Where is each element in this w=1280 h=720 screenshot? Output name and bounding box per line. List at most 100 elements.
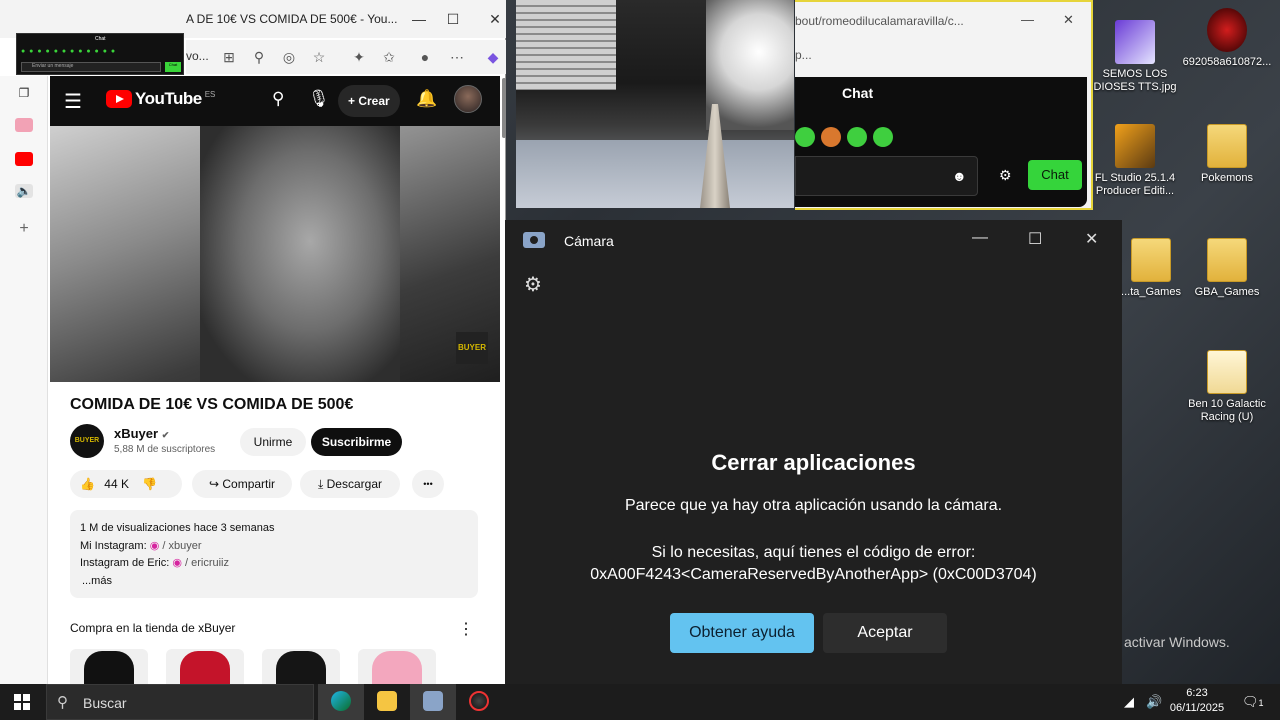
country-code: ES [204,89,216,99]
merch-item[interactable] [166,649,244,684]
error-code: 0xA00F4243<CameraReservedByAnotherApp> (… [590,566,1037,583]
chat-send-button[interactable]: Chat [1028,160,1082,190]
merch-item[interactable] [358,649,436,684]
browser-tab-title[interactable]: A DE 10€ VS COMIDA DE 500€ - You... [186,12,397,26]
create-button[interactable]: + Crear [338,85,400,117]
zoom-icon[interactable]: ⚲ [250,48,268,66]
desktop-icon-ben10[interactable]: Ben 10 Galactic Racing (U) [1182,350,1272,424]
accept-button[interactable]: Aceptar [823,613,947,653]
close-button[interactable]: ✕ [1085,229,1098,249]
mini-chat-input[interactable]: Enviar un mensaje [21,62,161,72]
account-avatar[interactable] [454,85,482,113]
channel-watermark[interactable]: BUYER [456,332,488,364]
volume-icon[interactable]: 🔊 [1146,694,1162,710]
merch-item[interactable] [70,649,148,684]
youtube-logo[interactable]: YouTube ES [106,89,215,109]
audio-tab-icon[interactable]: 🔈 [15,184,33,198]
youtube-wordmark: YouTube [135,89,202,108]
error-heading: Cerrar aplicaciones [711,450,916,475]
channel-avatar[interactable]: BUYER [70,424,104,458]
desktop-icon-semos[interactable]: SEMOS LOS DIOSES TTS.jpg [1090,20,1180,94]
get-help-button[interactable]: Obtener ayuda [670,613,814,653]
taskbar: ⚲ Buscar ◢ 🔊 6:23 06/11/2025 🗨1 [0,684,1280,720]
minimize-button[interactable]: — [408,8,430,30]
instagram-link[interactable]: ◉ / xbuyer [150,540,202,552]
join-button[interactable]: Unirme [240,428,306,456]
copilot-icon[interactable]: ◆ [484,48,502,66]
desktop-icon-image[interactable]: 692058a610872... [1182,8,1272,69]
hoodie-image [276,651,326,684]
address-bar[interactable]: vo... ⊞ ⚲ ◎ ☆ ✦ ✩ ● ⋯ ◆ [186,40,506,74]
desktop-icon-label: GBA_Games [1194,286,1260,298]
scrollbar-thumb[interactable] [502,78,506,138]
desktop-icon-gba-games[interactable]: GBA_Games [1182,238,1272,299]
notification-center-icon[interactable]: 🗨1 [1242,694,1264,710]
minimize-button[interactable]: — [1021,12,1034,27]
taskbar-file-explorer[interactable] [364,684,410,720]
edge-icon [331,691,351,711]
clock[interactable]: 6:23 06/11/2025 [1168,686,1226,716]
maximize-button[interactable]: ☐ [1028,229,1042,249]
youtube-tab-icon[interactable] [15,152,33,166]
more-menu-icon[interactable]: ⋯ [448,48,466,66]
split-screen-icon[interactable]: ⊞ [220,48,238,66]
emote-icon[interactable] [821,127,841,147]
extensions-icon[interactable]: ✦ [350,48,368,66]
merch-item[interactable] [262,649,340,684]
taskbar-camera[interactable] [410,684,456,720]
mini-chat-send-button[interactable]: Chat [165,62,181,72]
emoji-icon[interactable]: ☻ [952,168,967,184]
video-player[interactable]: BUYER [50,126,500,382]
like-count[interactable]: 44 K [104,477,129,491]
chat-input[interactable]: ☻ [795,156,978,196]
channel-name[interactable]: xBuyer ✔ [114,426,169,441]
windows-start-icon[interactable] [14,694,30,710]
like-icon[interactable]: 👍 [80,477,95,491]
chat-url[interactable]: bout/romeodilucalamaravilla/c... [795,14,964,28]
video-description[interactable]: 1 M de visualizaciones hace 3 semanas Mi… [70,510,478,598]
desktop-icon-label: Ben 10 Galactic Racing (U) [1188,398,1266,423]
profile-avatar-icon[interactable]: ● [416,48,434,66]
desktop-icon-label: ...ta_Games [1121,286,1181,298]
share-button[interactable]: ↪ Compartir [192,470,292,498]
hamburger-menu-icon[interactable]: ☰ [64,89,82,114]
close-button[interactable]: ✕ [1063,12,1074,28]
taskbar-search-box[interactable]: ⚲ Buscar [46,684,314,720]
microphone-icon[interactable]: 🎙 [308,89,330,109]
maximize-button[interactable]: ☐ [442,8,464,30]
close-button[interactable]: ✕ [484,8,506,30]
address-url[interactable]: vo... [186,49,209,63]
dislike-icon[interactable]: 👎 [142,477,157,491]
notifications-bell-icon[interactable]: 🔔 [416,89,437,109]
desktop-icon-pokemons[interactable]: Pokemons [1182,124,1272,185]
minimize-button[interactable]: — [972,229,988,247]
tracking-prevention-icon[interactable]: ◎ [280,48,298,66]
more-actions-button[interactable]: ••• [412,470,444,498]
instagram-link[interactable]: ◉ / ericruiiz [172,557,229,569]
wifi-icon[interactable]: ◢ [1124,694,1134,710]
chat-panel: Chat ☻ ⚙ Chat [795,77,1087,207]
settings-gear-icon[interactable]: ⚙ [524,272,542,297]
shop-more-icon[interactable]: ⋮ [458,619,474,639]
camera-app-window: Cámara — ☐ ✕ ⚙ Cerrar aplicaciones Parec… [505,220,1122,684]
search-icon[interactable]: ⚲ [272,89,284,109]
emote-icon[interactable] [795,127,815,147]
chat-settings-icon[interactable]: ⚙ [999,167,1012,184]
chat-url-row[interactable]: p... [795,48,812,62]
subscribe-button[interactable]: Suscribirme [311,428,402,456]
emote-icon[interactable] [873,127,893,147]
taskbar-app[interactable] [456,684,502,720]
taskbar-edge[interactable] [318,684,364,720]
webcam-counter [516,140,794,208]
favorite-star-icon[interactable]: ☆ [310,48,328,66]
show-more-link[interactable]: ...más [80,573,468,591]
tab-actions-icon[interactable]: ❐ [15,86,33,100]
hoodie-image [84,651,134,684]
download-button[interactable]: ⤓ Descargar [300,470,400,498]
favorites-icon[interactable]: ✩ [380,48,398,66]
add-tab-icon[interactable]: + [15,221,33,237]
youtube-tab-icon[interactable] [15,118,33,132]
desktop-icon-label: FL Studio 25.1.4 Producer Editi... [1094,172,1176,197]
desktop-icon-flstudio[interactable]: FL Studio 25.1.4 Producer Editi... [1090,124,1180,198]
emote-icon[interactable] [847,127,867,147]
